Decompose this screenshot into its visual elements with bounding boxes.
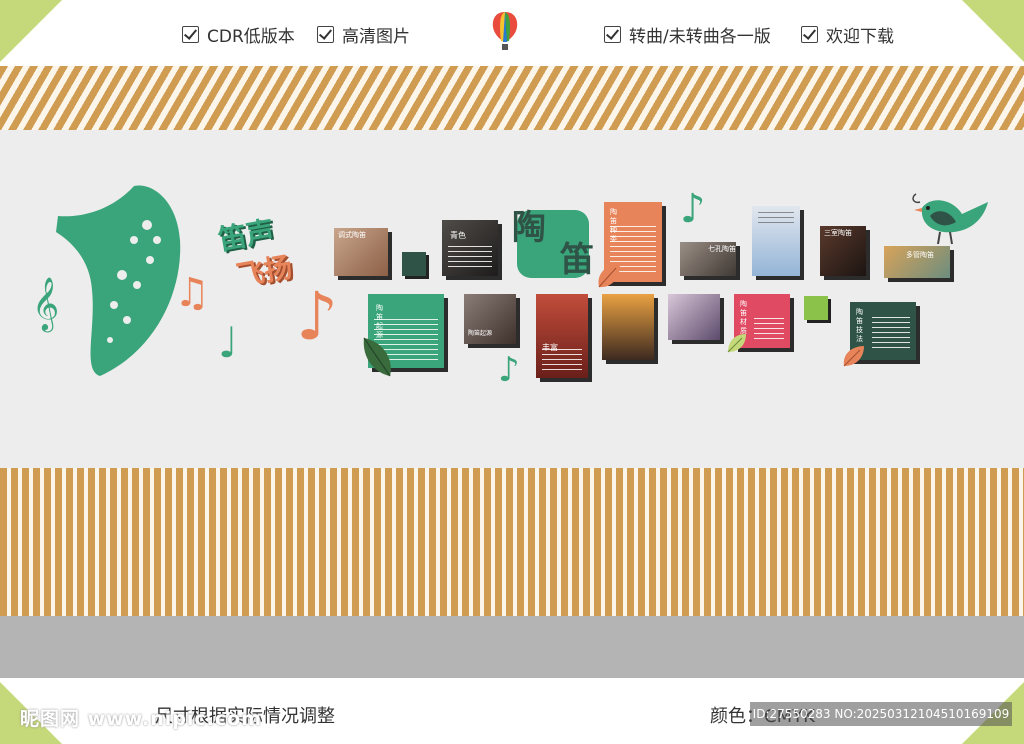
- wood-slat-ceiling: [0, 66, 1024, 130]
- panel-photo-seven-hole: 七孔陶笛: [680, 242, 736, 276]
- feature-cdr: CDR低版本: [182, 22, 295, 47]
- green-square-decoration: [804, 296, 828, 320]
- checkbox-icon: [801, 26, 818, 43]
- panel-photo-triple: 三室陶笛: [820, 226, 866, 276]
- panel-photo-blue: [752, 206, 800, 276]
- checkbox-icon: [604, 26, 621, 43]
- leaf-small-icon: [727, 334, 746, 353]
- leaf-green-icon: [363, 337, 391, 377]
- wood-slat-base: [0, 468, 1024, 616]
- music-note-top-icon: ♪: [680, 186, 706, 232]
- ocarina-silhouette-icon: [56, 185, 181, 376]
- panel-photo-sunset: [602, 294, 654, 360]
- site-watermark: 昵图网 www.nipic.com: [20, 708, 263, 730]
- panel-photo-green: 青色: [442, 220, 498, 276]
- feature-hd: 高清图片: [317, 22, 410, 47]
- leaf-orange-icon: [598, 264, 620, 288]
- leaf-orange-small-icon: [843, 346, 864, 367]
- image-id-watermark: ID:27550283 NO:20250312104510169109: [750, 702, 1012, 726]
- panel-photo-origin: 陶笛起源: [464, 294, 516, 344]
- panel-photo-tuning: 调式陶笛: [334, 228, 388, 276]
- panel-photo-rich: 丰富: [536, 294, 588, 378]
- panel-photo-performer: [668, 294, 720, 340]
- beamed-notes-icon: ♫: [174, 270, 210, 316]
- coreldraw-balloon-icon: [492, 12, 518, 50]
- bird-icon: [912, 193, 988, 245]
- checkbox-icon: [317, 26, 334, 43]
- music-note-large-icon: ♪: [296, 278, 339, 355]
- music-note-small-icon: ♪: [498, 350, 520, 390]
- title-char-1: 陶: [512, 208, 546, 248]
- title-char-2: 笛: [560, 240, 594, 280]
- treble-clef-icon: 𝄞: [32, 276, 60, 330]
- floor: [0, 616, 1024, 678]
- checkbox-icon: [182, 26, 199, 43]
- music-note-icon: ♩: [218, 318, 238, 367]
- feature-curves: 转曲/未转曲各一版: [604, 22, 771, 47]
- dark-square-decoration: [402, 252, 426, 276]
- feature-download: 欢迎下载: [801, 22, 894, 47]
